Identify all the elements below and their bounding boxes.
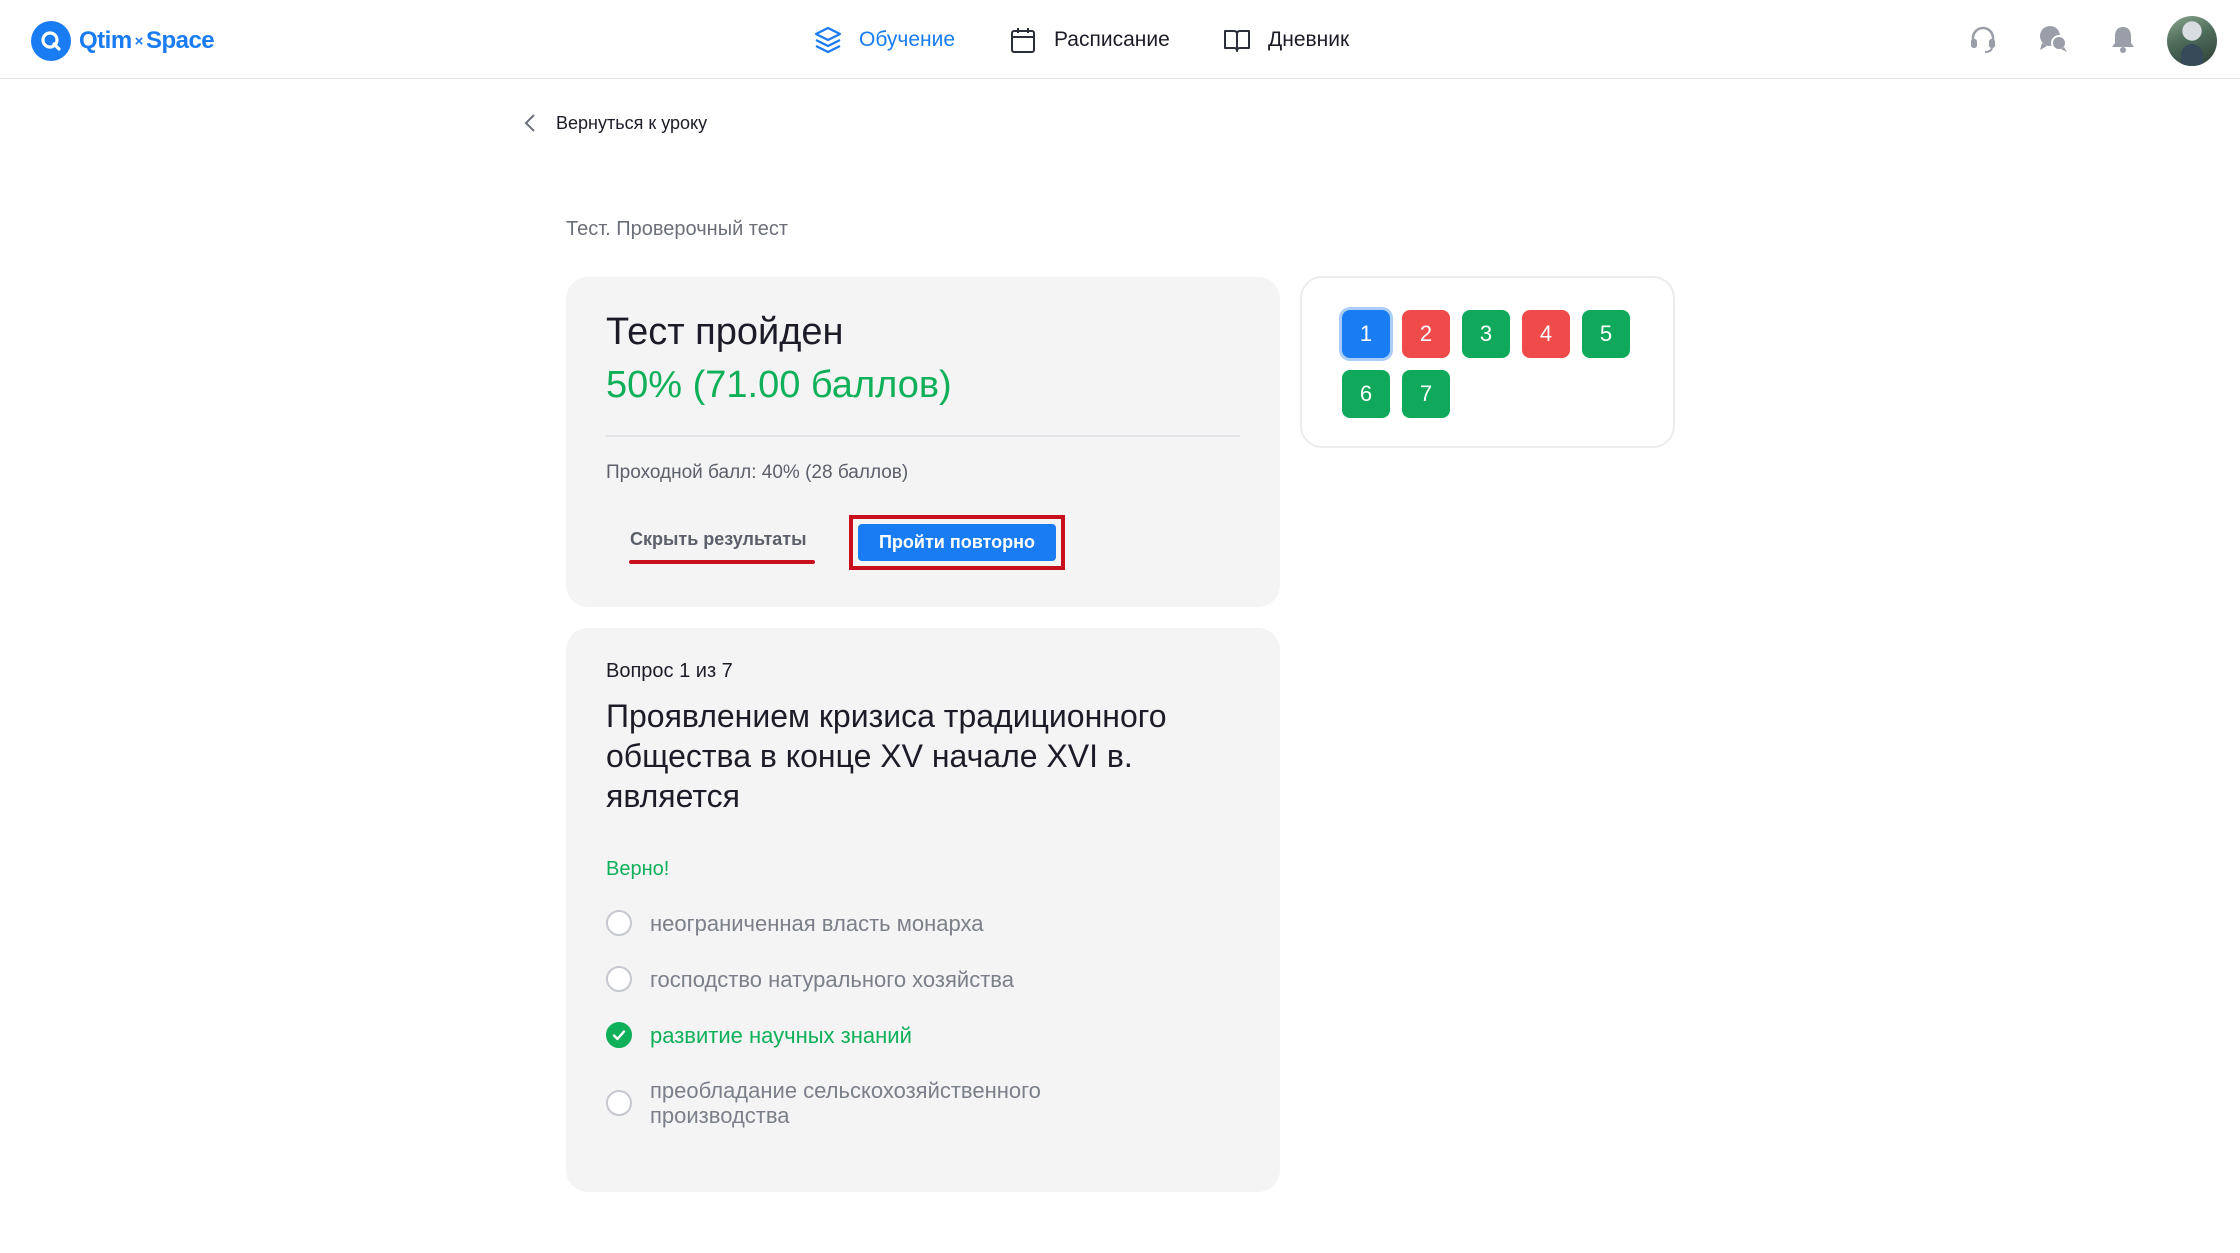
avatar[interactable]: [2167, 16, 2217, 66]
passing-score: Проходной балл: 40% (28 баллов): [606, 462, 909, 483]
back-to-lesson-link[interactable]: Вернуться к уроку: [520, 108, 707, 138]
radio-button[interactable]: [606, 910, 632, 936]
nav-diary[interactable]: Дневник: [1222, 18, 1349, 62]
result-card: Тест пройден 50% (71.00 баллов) Проходно…: [566, 277, 1280, 607]
radio-button[interactable]: [606, 966, 632, 992]
question-nav-button-3[interactable]: 3: [1462, 310, 1510, 358]
answer-option-4[interactable]: преобладание сельскохозяйственного произ…: [606, 1078, 1110, 1128]
bell-icon[interactable]: [2106, 22, 2140, 56]
top-bar: Qtim × Space Обучение Расписание Дневник: [0, 0, 2240, 79]
nav-schedule[interactable]: Расписание: [1008, 18, 1170, 62]
answer-option-label: преобладание сельскохозяйственного произ…: [650, 1078, 1041, 1128]
calendar-icon: [1011, 28, 1035, 53]
retake-button-highlight: Пройти повторно: [849, 515, 1065, 570]
question-card: Вопрос 1 из 7 Проявлением кризиса традиц…: [566, 628, 1280, 1192]
logo-text-right: Space: [145, 27, 215, 54]
logo-text: Qtim × Space: [79, 27, 215, 55]
radio-button-checked[interactable]: [606, 1022, 632, 1048]
question-nav-button-6[interactable]: 6: [1342, 370, 1390, 418]
answer-option-1[interactable]: неограниченная власть монарха: [606, 910, 983, 936]
nav-schedule-label: Расписание: [1054, 28, 1170, 51]
question-nav-button-2[interactable]: 2: [1402, 310, 1450, 358]
answer-option-label: неограниченная власть монарха: [650, 910, 984, 936]
hide-results-underline: [629, 560, 815, 564]
headset-icon[interactable]: [1966, 22, 2000, 56]
question-counter: Вопрос 1 из 7: [606, 660, 733, 682]
logo-mark-icon: [31, 21, 71, 61]
answer-option-2[interactable]: господство натурального хозяйства: [606, 966, 1014, 992]
result-score: 50% (71.00 баллов): [606, 364, 952, 406]
layers-icon: [814, 26, 842, 54]
chevron-left-icon: [524, 114, 535, 132]
chat-icon[interactable]: [2036, 22, 2070, 56]
answer-status: Верно!: [606, 858, 670, 880]
logo-text-left: Qtim: [79, 27, 132, 54]
nav-learning[interactable]: Обучение: [813, 18, 955, 62]
result-title: Тест пройден: [606, 311, 844, 353]
book-icon: [1224, 30, 1250, 52]
question-nav-button-7[interactable]: 7: [1402, 370, 1450, 418]
logo[interactable]: Qtim × Space: [31, 21, 215, 61]
logo-separator: ×: [134, 32, 144, 50]
nav-learning-label: Обучение: [859, 28, 956, 51]
question-nav-button-5[interactable]: 5: [1582, 310, 1630, 358]
divider: [606, 435, 1240, 437]
nav-diary-label: Дневник: [1268, 28, 1350, 51]
radio-button[interactable]: [606, 1090, 632, 1116]
question-nav-button-1[interactable]: 1: [1342, 310, 1390, 358]
answer-option-label: развитие научных знаний: [650, 1022, 912, 1048]
breadcrumb: Тест. Проверочный тест: [566, 218, 789, 240]
answer-option-label: господство натурального хозяйства: [650, 966, 1014, 992]
question-navigator: 1 2 3 4 5 6 7: [1300, 276, 1675, 448]
retake-button[interactable]: Пройти повторно: [858, 524, 1056, 561]
check-icon: [612, 1030, 626, 1041]
question-text: Проявлением кризиса традиционного общест…: [606, 698, 1167, 814]
back-link-label: Вернуться к уроку: [556, 112, 708, 133]
hide-results-button[interactable]: Скрыть результаты: [630, 529, 806, 550]
answer-option-3[interactable]: развитие научных знаний: [606, 1022, 912, 1048]
question-nav-button-4[interactable]: 4: [1522, 310, 1570, 358]
